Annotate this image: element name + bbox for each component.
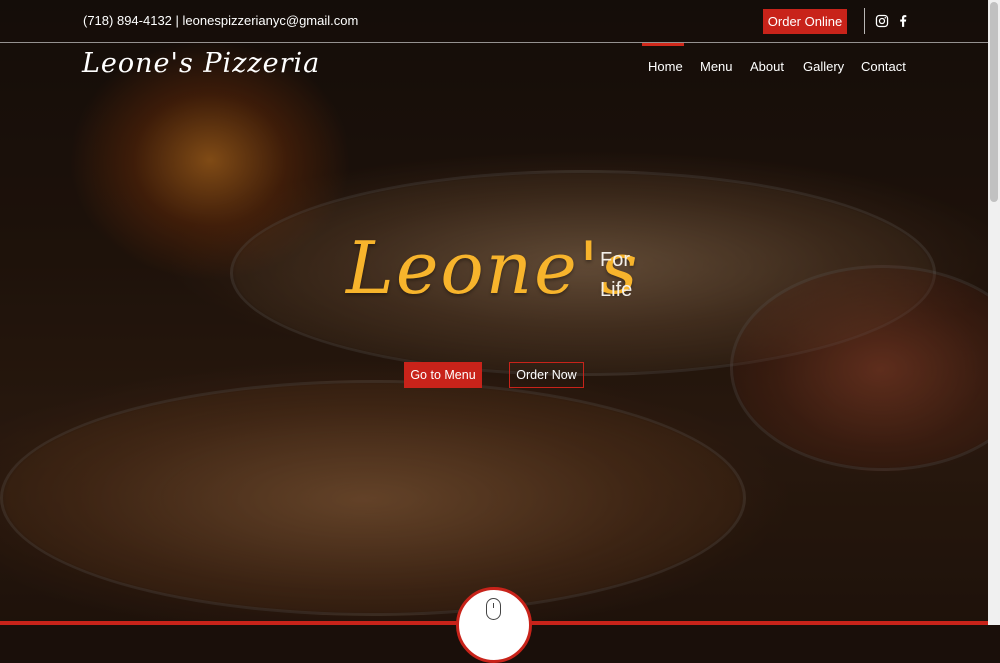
nav-item-home[interactable]: Home xyxy=(648,59,683,74)
hero-background xyxy=(0,0,988,625)
order-online-button[interactable]: Order Online xyxy=(763,9,847,34)
tagline-line-1: For xyxy=(600,249,630,271)
hero-title: Leone's xyxy=(346,226,640,310)
topbar-divider xyxy=(864,8,865,34)
go-to-menu-button[interactable]: Go to Menu xyxy=(404,362,482,388)
main-nav: Home Menu About Gallery Contact xyxy=(0,43,988,89)
contact-separator: | xyxy=(175,13,179,28)
email-address[interactable]: leonespizzerianyc@gmail.com xyxy=(183,13,359,28)
nav-item-contact[interactable]: Contact xyxy=(861,59,906,74)
scrollbar-thumb[interactable] xyxy=(990,2,998,202)
mouse-icon[interactable] xyxy=(486,598,501,620)
hero-overlay xyxy=(0,0,988,625)
hero-tagline: For Life xyxy=(600,245,632,305)
phone-number[interactable]: (718) 894-4132 xyxy=(83,13,172,28)
tagline-line-2: Life xyxy=(600,279,633,301)
nav-active-indicator xyxy=(642,43,684,46)
instagram-icon[interactable] xyxy=(875,14,889,28)
order-now-button[interactable]: Order Now xyxy=(509,362,584,388)
nav-item-about[interactable]: About xyxy=(750,59,784,74)
top-bar: (718) 894-4132 | leonespizzerianyc@gmail… xyxy=(0,0,988,43)
facebook-icon[interactable] xyxy=(896,14,910,28)
nav-item-gallery[interactable]: Gallery xyxy=(803,59,844,74)
nav-item-menu[interactable]: Menu xyxy=(700,59,733,74)
contact-info: (718) 894-4132 | leonespizzerianyc@gmail… xyxy=(83,13,358,28)
